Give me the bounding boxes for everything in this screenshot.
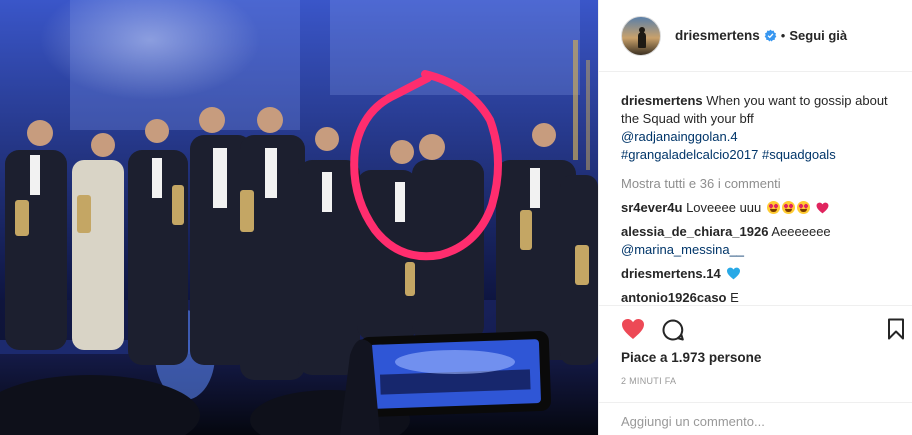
author-avatar[interactable]	[621, 15, 661, 56]
heart-eyes-emoji-icon	[796, 201, 810, 214]
comment-mention[interactable]: @marina_messina__	[621, 242, 744, 257]
post-actions: Piace a 1.973 persone 2 minuti fa	[599, 305, 912, 435]
award-ceremony-photo	[0, 0, 598, 435]
comment-text: E	[730, 290, 739, 305]
caption-username[interactable]: driesmertens	[621, 93, 703, 108]
author-username[interactable]: driesmertens	[675, 28, 760, 43]
heart-eyes-emoji-icon	[766, 201, 780, 214]
comment-username[interactable]: antonio1926caso	[621, 290, 727, 305]
comment-username[interactable]: driesmertens.14	[621, 266, 721, 281]
view-all-comments-link[interactable]: Mostra tutti e 36 i commenti	[621, 175, 891, 193]
comment-username[interactable]: alessia_de_chiara_1926	[621, 224, 768, 239]
post-header: driesmertens • Segui già	[599, 0, 912, 72]
post-photo[interactable]	[0, 0, 598, 435]
comment-username[interactable]: sr4ever4u	[621, 200, 682, 215]
following-button[interactable]: Segui già	[789, 28, 847, 43]
comments-list: driesmertens When you want to gossip abo…	[621, 92, 891, 307]
comment-text: Loveeee uuu	[686, 200, 762, 215]
caption-mention[interactable]: @radjanainggolan.4	[621, 129, 738, 144]
bookmark-icon[interactable]	[887, 318, 905, 340]
list-item: driesmertens.14	[621, 265, 891, 283]
action-icons	[621, 318, 904, 342]
instagram-post: driesmertens • Segui già driesmertens Wh…	[0, 0, 912, 435]
header-separator: •	[780, 28, 786, 43]
likes-count[interactable]: Piace a 1.973 persone	[621, 350, 761, 365]
caption: driesmertens When you want to gossip abo…	[621, 92, 891, 164]
blue-heart-emoji-icon	[727, 267, 741, 280]
post-side-panel: driesmertens • Segui già driesmertens Wh…	[598, 0, 912, 435]
red-heart-emoji-icon	[816, 202, 828, 214]
heart-eyes-emoji-icon	[781, 201, 795, 214]
verified-badge-icon	[764, 29, 777, 42]
hashtag-grangala[interactable]: #grangaladelcalcio2017	[621, 147, 758, 162]
add-comment-area	[599, 402, 912, 435]
list-item: alessia_de_chiara_1926 Aeeeeeee @marina_…	[621, 223, 891, 259]
comment-icon[interactable]	[661, 318, 685, 342]
add-comment-input[interactable]	[621, 411, 891, 431]
heart-icon[interactable]	[621, 318, 645, 340]
comment-text: Aeeeeeee	[771, 224, 831, 239]
hashtag-squadgoals[interactable]: #squadgoals	[762, 147, 836, 162]
post-timestamp[interactable]: 2 minuti fa	[621, 376, 676, 386]
list-item: sr4ever4u Loveeee uuu	[621, 199, 891, 217]
